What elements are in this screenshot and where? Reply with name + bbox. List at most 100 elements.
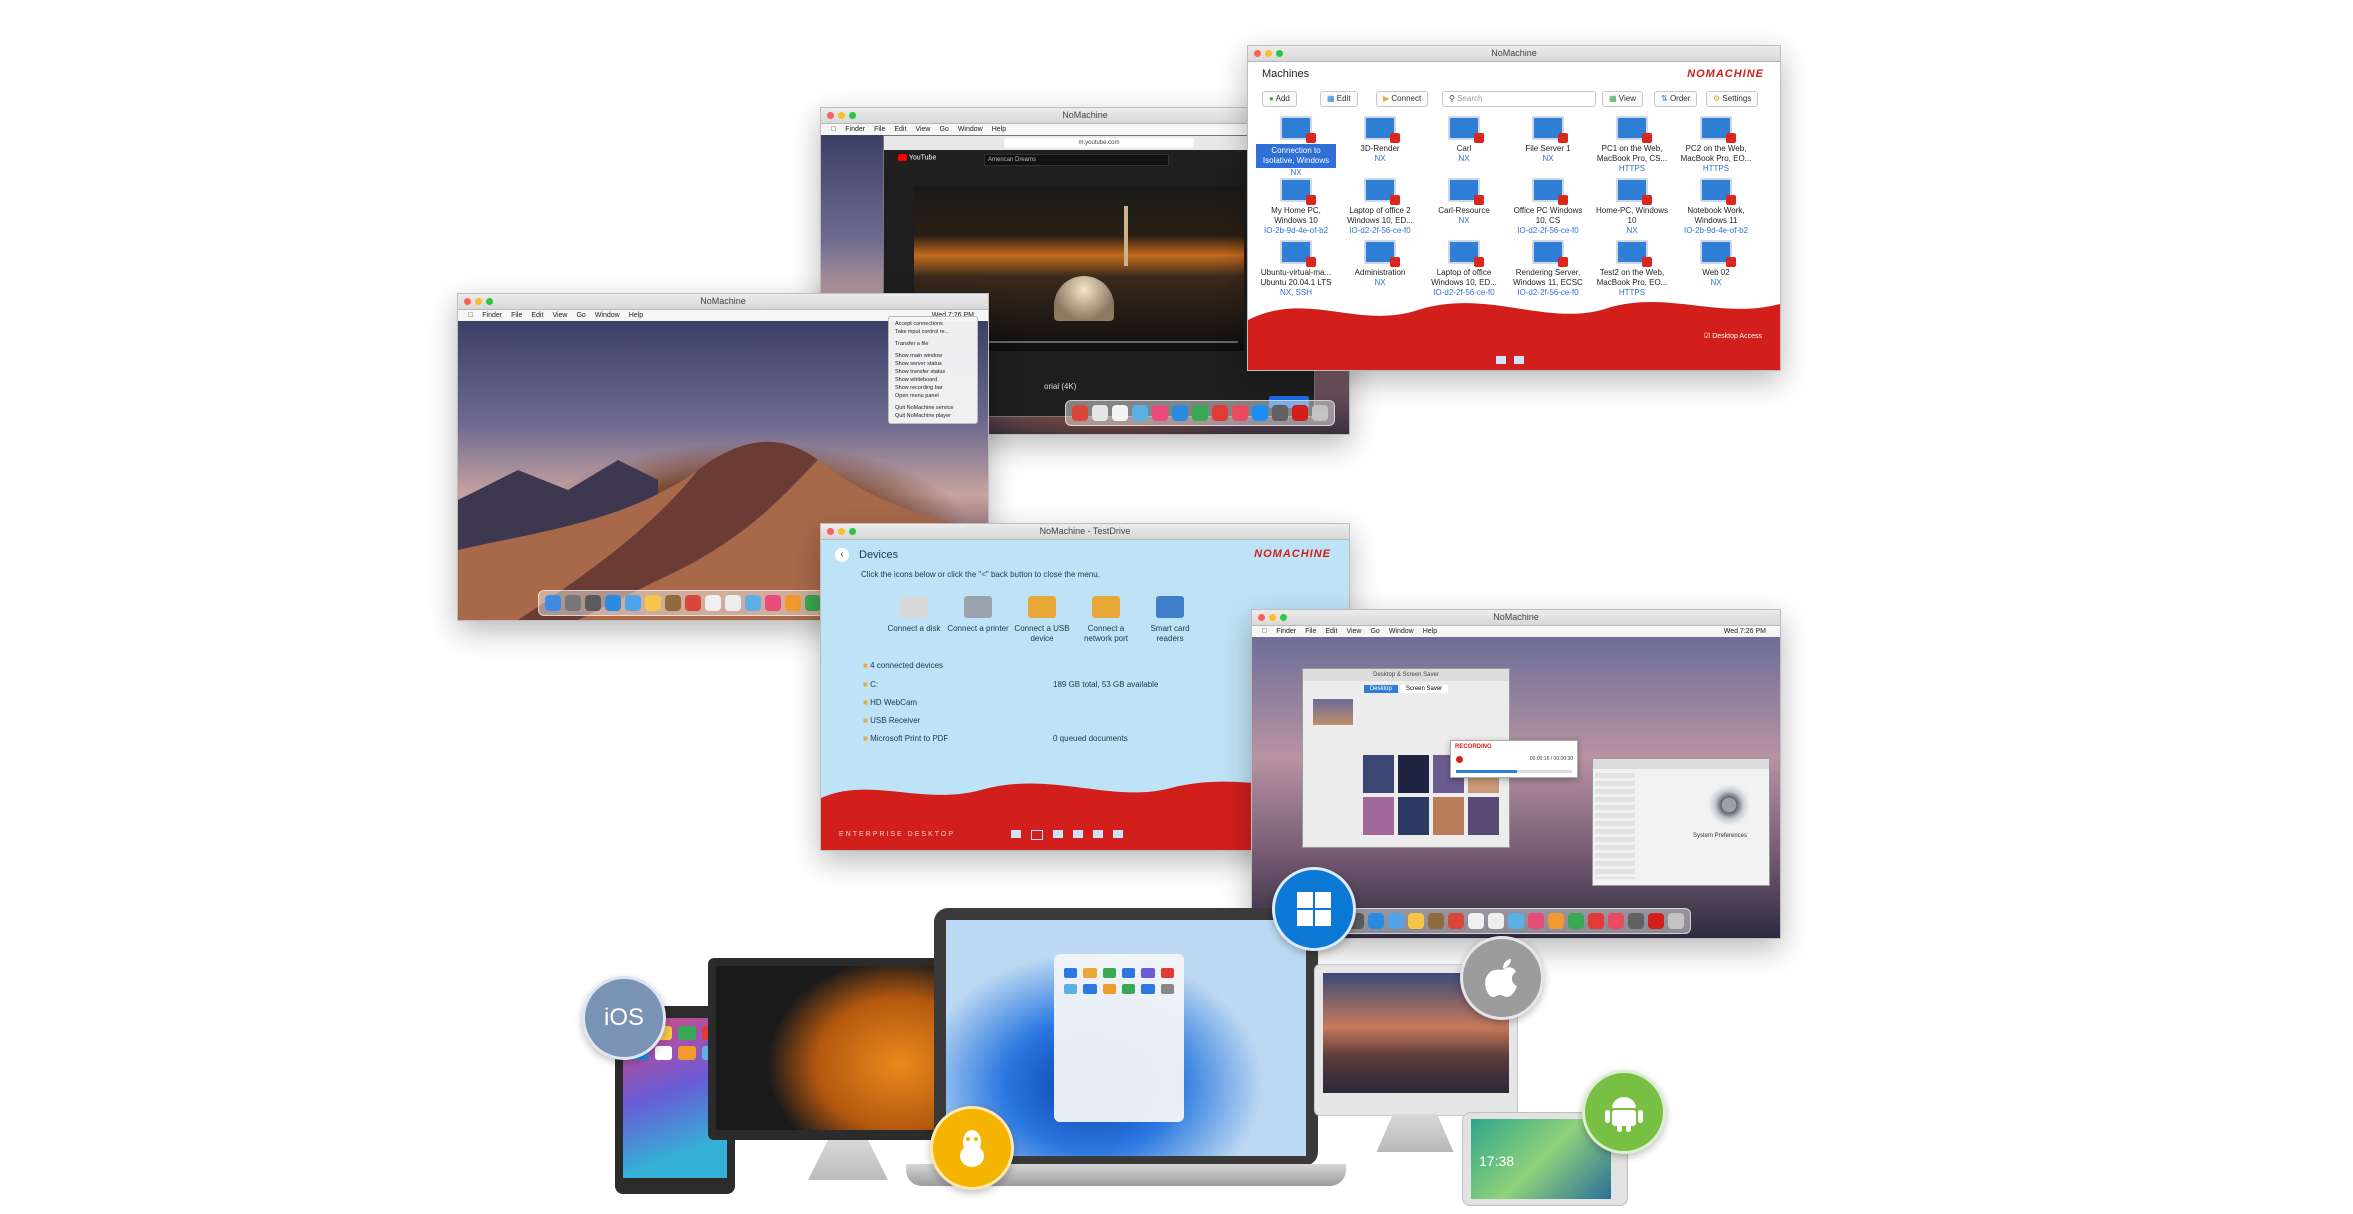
fullscreen-icon[interactable]: [1031, 830, 1043, 840]
app-icon[interactable]: [1160, 968, 1174, 978]
machine-item[interactable]: Carl-Resource NX: [1424, 178, 1504, 226]
menubar-clock[interactable]: Wed 7:26 PM: [1724, 628, 1766, 635]
device-option[interactable]: Connect a network port: [1075, 596, 1137, 644]
desktop-access-checkbox[interactable]: ☑ Desktop Access: [1704, 332, 1762, 340]
app-icon[interactable]: [1121, 968, 1136, 978]
app-icon[interactable]: [1064, 968, 1078, 978]
dropdown-menu-item[interactable]: Quit NoMachine service: [889, 404, 977, 412]
dock-app-icon[interactable]: [1192, 405, 1208, 421]
dock-app-icon[interactable]: [1092, 405, 1108, 421]
dock-app-icon[interactable]: [1272, 405, 1288, 421]
dock-app-icon[interactable]: [805, 595, 821, 611]
dock-app-icon[interactable]: [1568, 913, 1584, 929]
dock-app-icon[interactable]: [1232, 405, 1248, 421]
dock-app-icon[interactable]: [1368, 913, 1384, 929]
machine-item[interactable]: PC2 on the Web, MacBook Pro, EO... HTTPS: [1676, 116, 1756, 174]
dock-app-icon[interactable]: [1548, 913, 1564, 929]
menu-help[interactable]: Help: [1423, 628, 1437, 635]
connect-button[interactable]: ▶ Connect: [1376, 91, 1429, 107]
record-button[interactable]: [1456, 756, 1463, 763]
menu-file[interactable]: File: [511, 312, 522, 319]
dock-app-icon[interactable]: [725, 595, 741, 611]
dock-app-icon[interactable]: [1528, 913, 1544, 929]
minimize-button[interactable]: [1269, 614, 1276, 621]
recording-icon[interactable]: [1113, 830, 1123, 838]
zoom-button[interactable]: [486, 298, 493, 305]
machine-item[interactable]: File Server 1 NX: [1508, 116, 1588, 164]
dropdown-menu-item[interactable]: Transfer a file: [889, 340, 977, 348]
dock-app-icon[interactable]: [1668, 913, 1684, 929]
app-icon[interactable]: [678, 1026, 696, 1040]
dropdown-menu-item[interactable]: Show whiteboard: [889, 376, 977, 384]
dock-app-icon[interactable]: [1152, 405, 1168, 421]
device-option[interactable]: Smart card readers: [1139, 596, 1201, 644]
dock-app-icon[interactable]: [1172, 405, 1188, 421]
devices-icon[interactable]: [1073, 830, 1083, 838]
wallpaper-thumb[interactable]: [1433, 797, 1464, 835]
menu-view[interactable]: View: [552, 312, 567, 319]
machine-item[interactable]: Office PC Windows 10, CS IO-d2-2f-56-ce-f…: [1508, 178, 1588, 236]
menu-edit[interactable]: Edit: [1325, 628, 1337, 635]
dock-app-icon[interactable]: [1608, 913, 1624, 929]
dock-app-icon[interactable]: [1212, 405, 1228, 421]
zoom-button[interactable]: [849, 112, 856, 119]
edit-button[interactable]: ▦ Edit: [1320, 91, 1358, 107]
minimize-button[interactable]: [1265, 50, 1272, 57]
dock-app-icon[interactable]: [1132, 405, 1148, 421]
wallpaper-thumb[interactable]: [1363, 755, 1394, 793]
folder-icon[interactable]: [1514, 356, 1524, 364]
machine-item[interactable]: Web 02 NX: [1676, 240, 1756, 288]
audio-icon[interactable]: [1093, 830, 1103, 838]
app-icon[interactable]: [1083, 984, 1097, 994]
app-icon[interactable]: [654, 1046, 672, 1060]
menu-help[interactable]: Help: [992, 126, 1006, 133]
view-button[interactable]: ▦ View: [1602, 91, 1643, 107]
connected-device-name[interactable]: ■ Microsoft Print to PDF: [863, 734, 948, 743]
menu-finder[interactable]: Finder: [1276, 628, 1296, 635]
menu-edit[interactable]: Edit: [531, 312, 543, 319]
dock-app-icon[interactable]: [1408, 913, 1424, 929]
wallpaper-thumb[interactable]: [1398, 755, 1429, 793]
machine-item[interactable]: Administration NX: [1340, 240, 1420, 288]
dropdown-menu-item[interactable]: Take input control re...: [889, 328, 977, 336]
app-icon[interactable]: [1121, 984, 1136, 994]
menu-go[interactable]: Go: [939, 126, 948, 133]
machine-item[interactable]: Notebook Work, Windows 11 IO-2b-9d-4e-of-…: [1676, 178, 1756, 236]
machine-item[interactable]: Carl NX: [1424, 116, 1504, 164]
menu-help[interactable]: Help: [629, 312, 643, 319]
dropdown-menu-item[interactable]: Show server status: [889, 360, 977, 368]
tab-screen-saver[interactable]: Screen Saver: [1399, 685, 1449, 693]
zoom-button[interactable]: [849, 528, 856, 535]
minimize-button[interactable]: [838, 112, 845, 119]
app-icon[interactable]: [1102, 984, 1116, 994]
menu-finder[interactable]: Finder: [845, 126, 865, 133]
menu-view[interactable]: View: [915, 126, 930, 133]
zoom-button[interactable]: [1276, 50, 1283, 57]
app-icon[interactable]: [1083, 968, 1097, 978]
machine-item[interactable]: Home-PC, Windows 10 NX: [1592, 178, 1672, 236]
machine-item[interactable]: PC1 on the Web, MacBook Pro, CS... HTTPS: [1592, 116, 1672, 174]
app-icon[interactable]: [678, 1046, 696, 1060]
dock-app-icon[interactable]: [1628, 913, 1644, 929]
app-icon[interactable]: [1064, 984, 1078, 994]
machine-item[interactable]: Laptop of office 2 Windows 10, ED... IO-d…: [1340, 178, 1420, 236]
dock-app-icon[interactable]: [1428, 913, 1444, 929]
device-option[interactable]: Connect a USB device: [1011, 596, 1073, 644]
dock-app-icon[interactable]: [705, 595, 721, 611]
youtube-search-input[interactable]: American Dreams: [984, 154, 1169, 166]
start-menu[interactable]: [1054, 954, 1184, 1122]
dock-app-icon[interactable]: [1588, 913, 1604, 929]
close-button[interactable]: [827, 528, 834, 535]
back-button[interactable]: ‹: [835, 548, 849, 562]
dock-app-icon[interactable]: [1508, 913, 1524, 929]
dock-app-icon[interactable]: [565, 595, 581, 611]
dock-app-icon[interactable]: [1388, 913, 1404, 929]
close-button[interactable]: [1258, 614, 1265, 621]
display-icon[interactable]: [1496, 356, 1506, 364]
dock-app-icon[interactable]: [1292, 405, 1308, 421]
minimize-button[interactable]: [838, 528, 845, 535]
menu-edit[interactable]: Edit: [894, 126, 906, 133]
dock-app-icon[interactable]: [585, 595, 601, 611]
system-preferences-icon[interactable]: [1709, 785, 1749, 825]
dock-app-icon[interactable]: [1468, 913, 1484, 929]
